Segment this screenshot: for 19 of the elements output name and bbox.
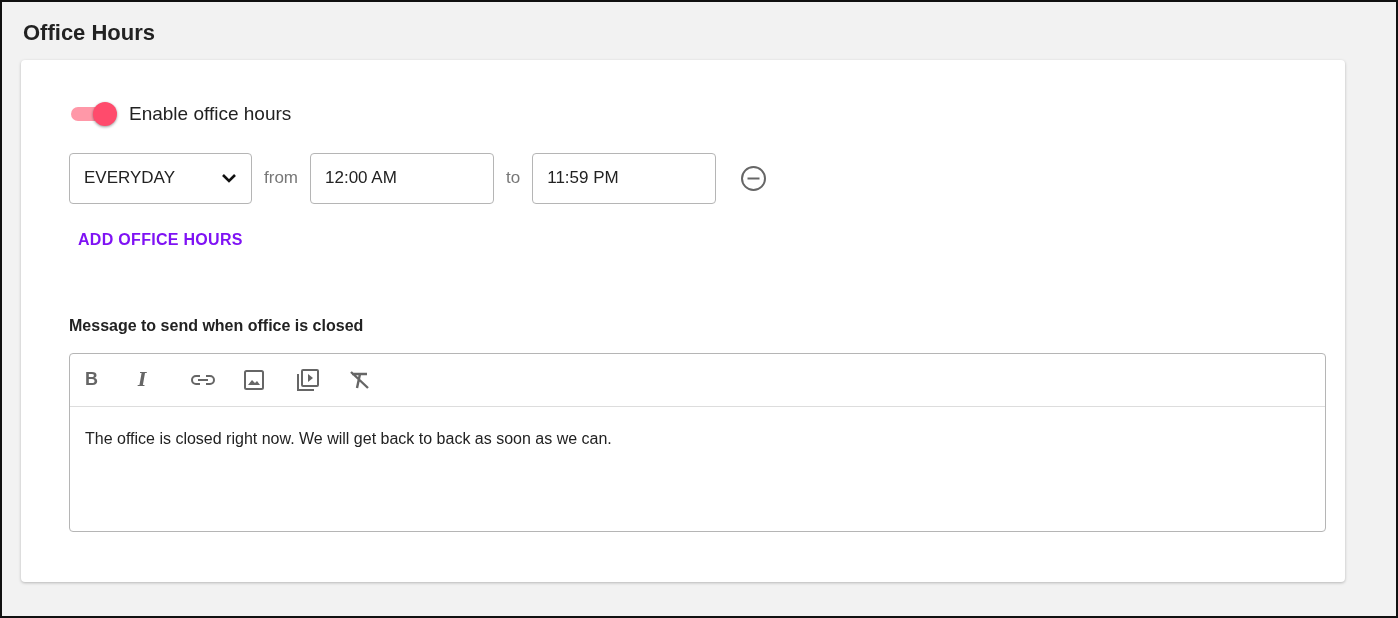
remove-icon[interactable] (740, 164, 768, 192)
rich-text-editor[interactable]: B I The office is closed right now. We will get back to back as soon as we can. (69, 352, 1326, 532)
from-label: from (264, 167, 298, 190)
italic-button[interactable]: I (136, 364, 189, 395)
image-icon[interactable] (244, 369, 264, 390)
page-title: Office Hours (23, 19, 157, 47)
start-time-field[interactable]: 12:00 AM (310, 152, 494, 204)
chevron-down-icon (221, 173, 237, 183)
toggle-label: Enable office hours (129, 102, 292, 126)
clear-format-icon[interactable] (350, 370, 370, 389)
add-office-hours-button[interactable]: ADD OFFICE HOURS (69, 227, 243, 252)
to-label: to (506, 167, 521, 190)
video-icon[interactable] (297, 368, 319, 391)
link-icon[interactable] (191, 373, 215, 386)
message-text: The office is closed right now. We will get back to back as soon as we can. (84, 428, 613, 449)
message-label: Message to send when office is closed (69, 315, 365, 336)
bold-button[interactable]: B (83, 364, 136, 395)
end-time-field[interactable]: 11:59 PM (532, 152, 717, 204)
day-select[interactable]: EVERYDAY (69, 152, 252, 204)
